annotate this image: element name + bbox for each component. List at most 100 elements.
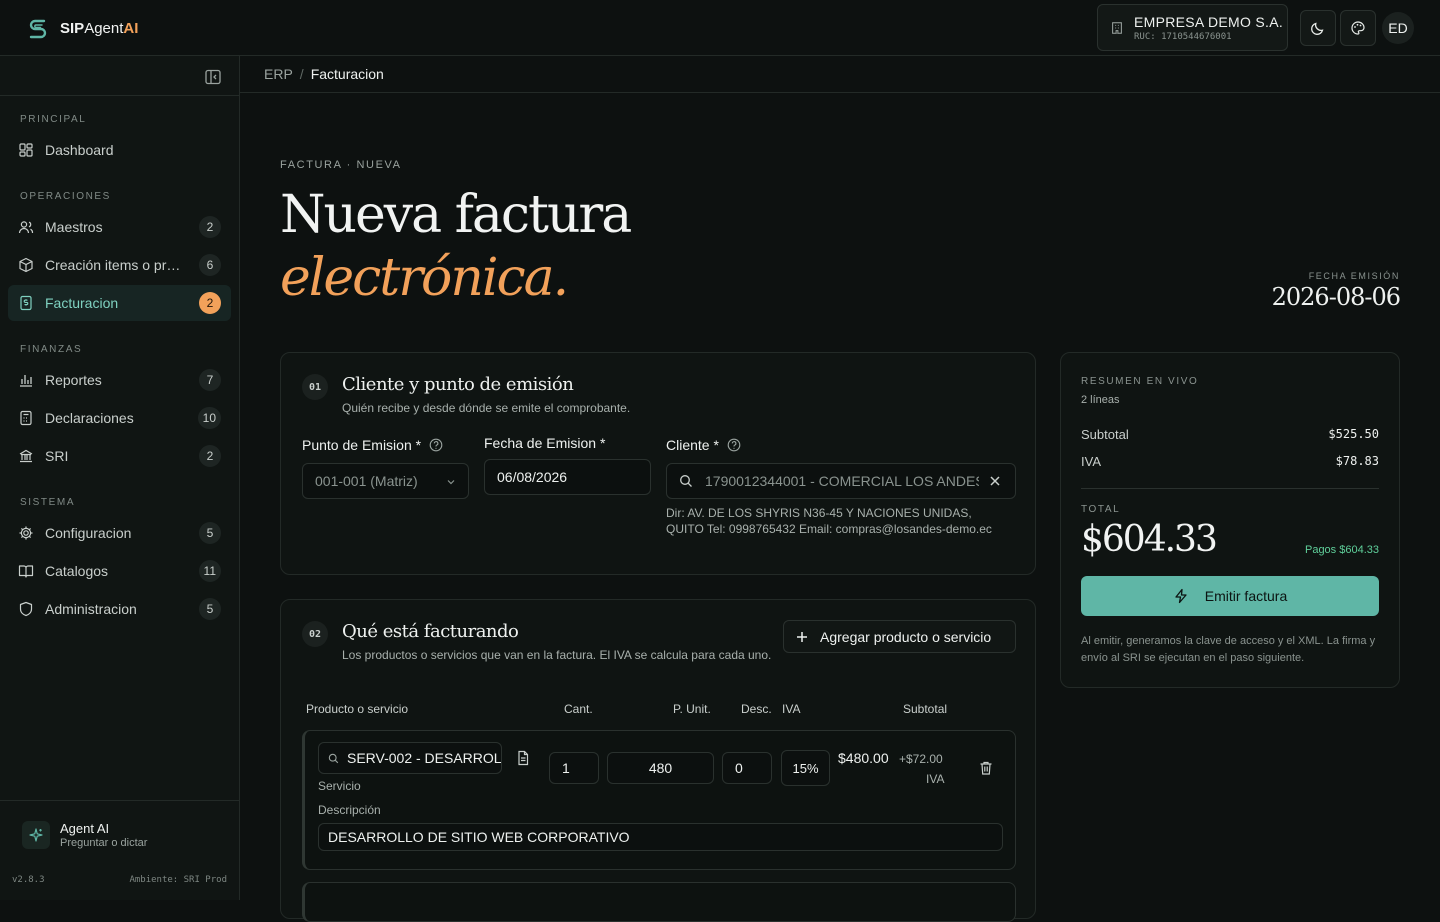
iva-select[interactable]: 15% xyxy=(781,750,830,786)
discount-input[interactable]: 0 xyxy=(722,752,772,784)
badge: 2 xyxy=(199,292,221,314)
unit-price-input[interactable]: 480 xyxy=(607,752,714,784)
step-number: 01 xyxy=(302,374,328,400)
palette-icon xyxy=(1351,21,1365,35)
punto-emision-label: Punto de Emision * xyxy=(302,437,443,453)
summary-iva-row: IVA $78.83 xyxy=(1081,454,1379,469)
sidebar-item-configuracion[interactable]: Configuracion 5 xyxy=(8,515,231,551)
quantity-input[interactable]: 1 xyxy=(549,752,599,784)
user-avatar[interactable]: ED xyxy=(1382,12,1414,44)
palette-button[interactable] xyxy=(1340,10,1376,46)
help-icon[interactable] xyxy=(727,438,741,452)
sidebar-item-facturacion[interactable]: Facturacion 2 xyxy=(8,285,231,321)
badge: 5 xyxy=(199,598,221,620)
punto-emision-select[interactable]: 001-001 (Matriz) xyxy=(302,463,469,499)
sidebar-item-declaraciones[interactable]: Declaraciones 10 xyxy=(8,400,231,436)
cliente-label: Cliente * xyxy=(666,437,741,453)
bank-icon xyxy=(19,449,33,463)
breadcrumb-erp[interactable]: ERP xyxy=(264,66,293,82)
sidebar-item-catalogos[interactable]: Catalogos 11 xyxy=(8,553,231,589)
product-type: Servicio xyxy=(318,779,361,793)
logo-text: SIPAgentAI xyxy=(60,19,139,37)
agent-title: Agent AI xyxy=(60,821,110,836)
trash-icon[interactable] xyxy=(978,760,994,776)
section-cliente-card: 01 Cliente y punto de emisión Quién reci… xyxy=(280,352,1036,575)
sidebar-divider xyxy=(0,95,239,96)
badge: 7 xyxy=(199,369,221,391)
environment-label: Ambiente: SRI Prod xyxy=(129,875,227,885)
search-icon xyxy=(680,475,692,487)
bar-chart-icon xyxy=(20,375,32,387)
sidebar-item-creacion-items[interactable]: Creación items o productos 6 xyxy=(8,247,231,283)
sidebar-item-sri[interactable]: SRI 2 xyxy=(8,438,231,474)
section-subtitle: Quién recibe y desde dónde se emite el c… xyxy=(342,401,631,415)
section-label-principal: PRINCIPAL xyxy=(20,114,87,125)
company-name: EMPRESA DEMO S.A. xyxy=(1134,13,1284,30)
invoice-icon xyxy=(20,295,32,311)
fecha-emision-input[interactable]: 06/08/2026 xyxy=(484,459,651,495)
description-input[interactable]: DESARROLLO DE SITIO WEB CORPORATIVO xyxy=(318,823,1003,851)
company-selector[interactable]: EMPRESA DEMO S.A. RUC: 1710544676001 xyxy=(1097,4,1288,51)
summary-total-value: $604.33 xyxy=(1081,519,1218,560)
column-header: Subtotal xyxy=(903,702,948,716)
clear-icon[interactable] xyxy=(989,475,1001,487)
badge: 10 xyxy=(197,407,221,429)
shield-icon xyxy=(19,601,33,617)
line-iva-word: IVA xyxy=(926,772,945,786)
sidebar-item-administracion[interactable]: Administracion 5 xyxy=(8,591,231,627)
badge: 11 xyxy=(198,560,221,582)
column-header: IVA xyxy=(782,702,801,716)
theme-toggle-button[interactable] xyxy=(1300,10,1336,46)
sidebar-item-dashboard[interactable]: Dashboard xyxy=(8,132,231,168)
fecha-emision-value: 2026-08-06 xyxy=(1271,283,1401,311)
moon-icon xyxy=(1311,22,1324,35)
sidebar-collapse-icon[interactable] xyxy=(204,68,222,86)
gear-icon xyxy=(19,526,33,540)
search-icon xyxy=(328,753,339,764)
badge: 2 xyxy=(199,216,221,238)
breadcrumb: ERP / Facturacion xyxy=(240,56,1440,93)
summary-total-label: TOTAL xyxy=(1081,504,1121,515)
column-header: Cant. xyxy=(564,702,593,716)
page-title: Nueva factura xyxy=(280,185,632,245)
badge: 5 xyxy=(199,522,221,544)
breadcrumb-current: Facturacion xyxy=(310,66,384,82)
summary-lines-count: 2 líneas xyxy=(1081,394,1120,406)
fecha-emision-label: FECHA EMISIÓN xyxy=(1308,271,1400,281)
cliente-search-input[interactable]: 1790012344001 - COMERCIAL LOS ANDES xyxy=(666,463,1016,499)
sidebar-item-maestros[interactable]: Maestros 2 xyxy=(8,209,231,245)
add-item-button[interactable]: Agregar producto o servicio xyxy=(783,620,1016,653)
summary-kicker: RESUMEN EN VIVO xyxy=(1081,376,1199,387)
summary-subtotal-row: Subtotal $525.50 xyxy=(1081,427,1379,442)
sidebar-item-reportes[interactable]: Reportes 7 xyxy=(8,362,231,398)
section-label-sistema: SISTEMA xyxy=(20,497,76,508)
book-icon xyxy=(18,565,34,578)
top-bar: SIPAgentAI EMPRESA DEMO S.A. RUC: 171054… xyxy=(0,0,1440,56)
emit-invoice-button[interactable]: Emitir factura xyxy=(1081,576,1379,616)
sidebar: PRINCIPAL Dashboard OPERACIONES Maestros… xyxy=(0,56,240,900)
help-icon[interactable] xyxy=(429,438,443,452)
summary-note: Al emitir, generamos la clave de acceso … xyxy=(1081,635,1376,664)
badge: 6 xyxy=(199,254,221,276)
agent-ai-panel[interactable]: Agent AI Preguntar o dictar v2.8.3 Ambie… xyxy=(0,800,239,900)
line-iva-amount: +$72.00 xyxy=(899,752,943,766)
logo[interactable]: SIPAgentAI xyxy=(26,16,138,40)
page-title-accent: electrónica. xyxy=(280,248,569,308)
description-label: Descripción xyxy=(318,803,381,817)
section-items-card: 02 Qué está facturando Los productos o s… xyxy=(280,599,1036,922)
breadcrumb-separator: / xyxy=(299,66,304,82)
plus-icon xyxy=(797,631,807,642)
column-header: P. Unit. xyxy=(673,702,711,716)
line-subtotal: $480.00 xyxy=(838,750,889,766)
document-icon[interactable] xyxy=(515,750,531,766)
section-title: Cliente y punto de emisión xyxy=(342,374,574,395)
product-search-input[interactable]: SERV-002 - DESARROLLO xyxy=(318,742,502,774)
logo-icon xyxy=(29,19,47,39)
column-header: Desc. xyxy=(741,702,772,716)
fecha-emision-field-label: Fecha de Emision * xyxy=(484,435,606,451)
calculator-icon xyxy=(20,410,32,426)
sparkle-icon xyxy=(22,821,50,849)
dashboard-icon xyxy=(19,143,33,157)
section-label-finanzas: FINANZAS xyxy=(20,344,83,355)
lightning-icon xyxy=(1175,588,1187,604)
